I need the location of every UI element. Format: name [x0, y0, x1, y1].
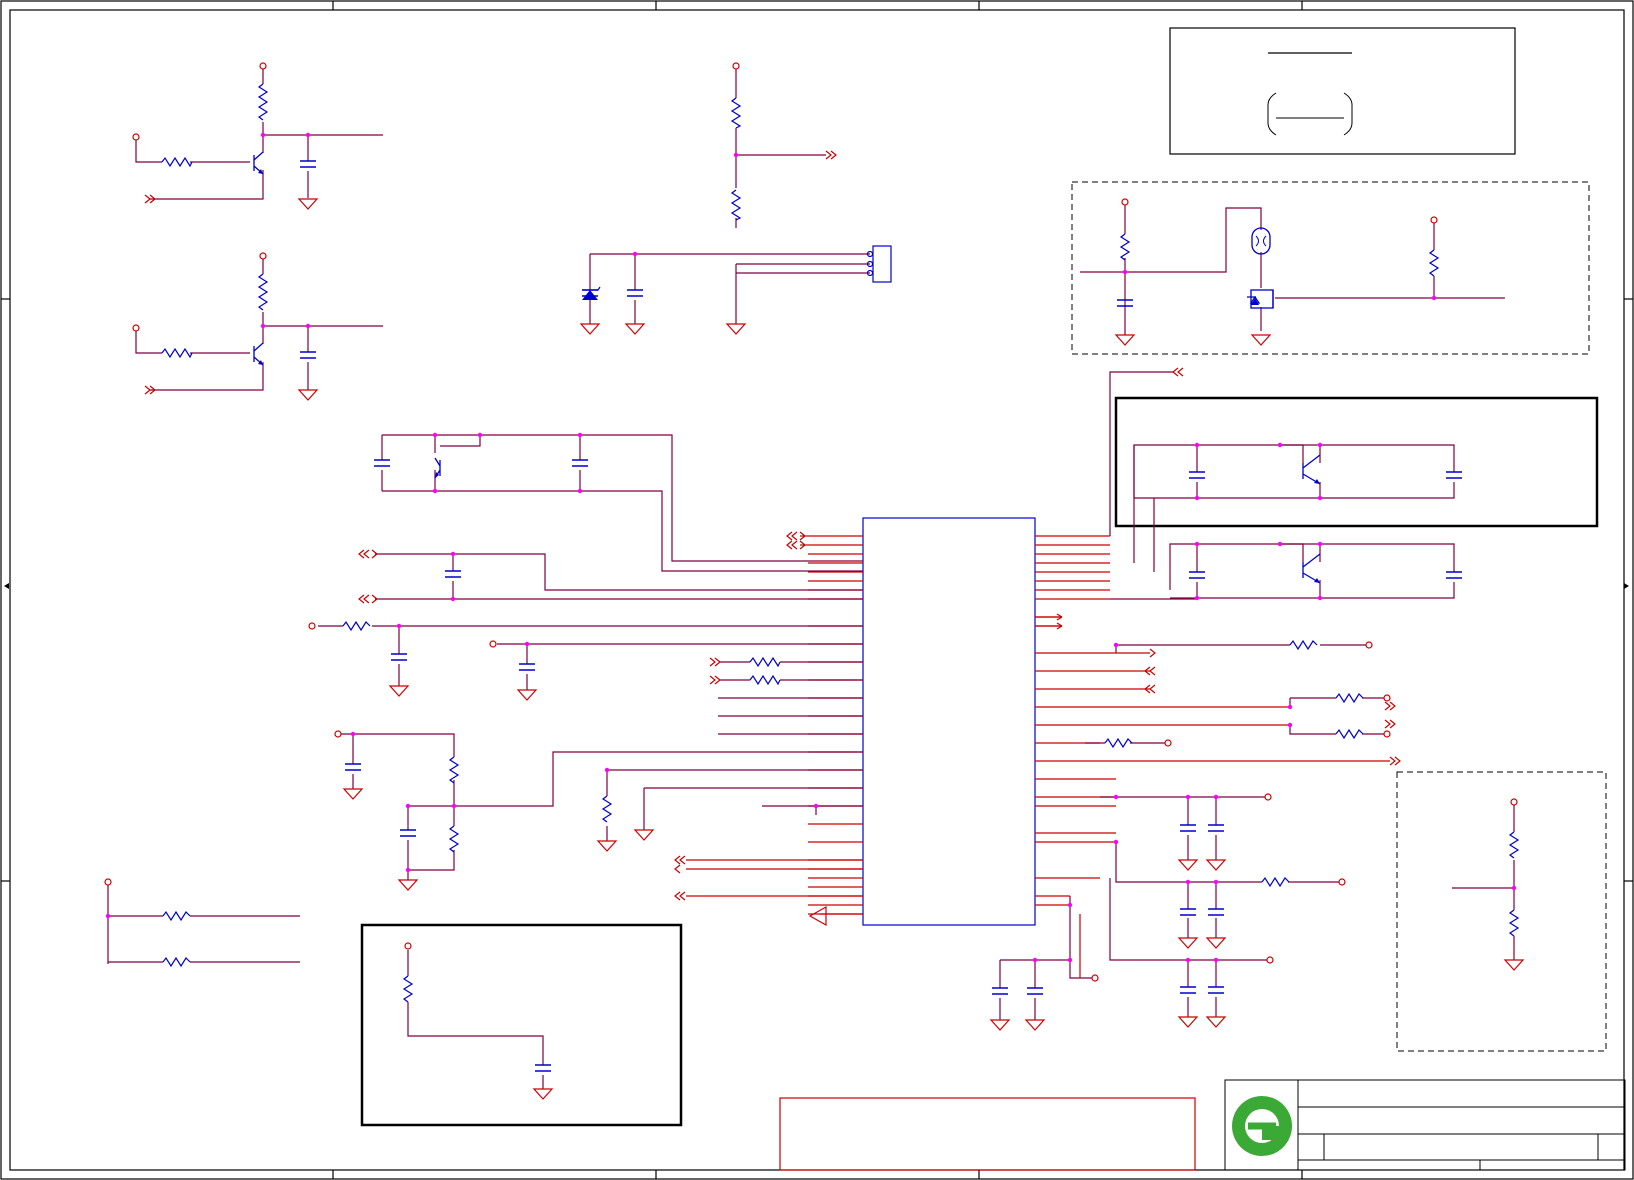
mosfet-symbol-icon	[1247, 289, 1274, 309]
main-ic-body	[862, 517, 1036, 926]
red-wires	[686, 535, 1081, 978]
junction-dots	[105, 132, 1517, 963]
connector-symbol-icon	[866, 245, 892, 283]
ic-right-pins	[1035, 535, 1390, 906]
resistor-symbol-icon	[161, 83, 1520, 1003]
ic-left-pins	[808, 535, 863, 915]
company-logo-icon	[1232, 1096, 1292, 1156]
npn-transistor-icon	[253, 151, 1321, 584]
schematic-canvas	[0, 0, 1634, 1180]
zener-diode-icon	[582, 286, 601, 300]
transistor-arrows	[258, 169, 1320, 583]
frame-arrows	[4, 583, 1629, 589]
ground-symbol-icon	[297, 198, 1525, 1100]
power-pins	[104, 62, 1518, 982]
crystal-symbol-icon	[1251, 227, 1271, 255]
